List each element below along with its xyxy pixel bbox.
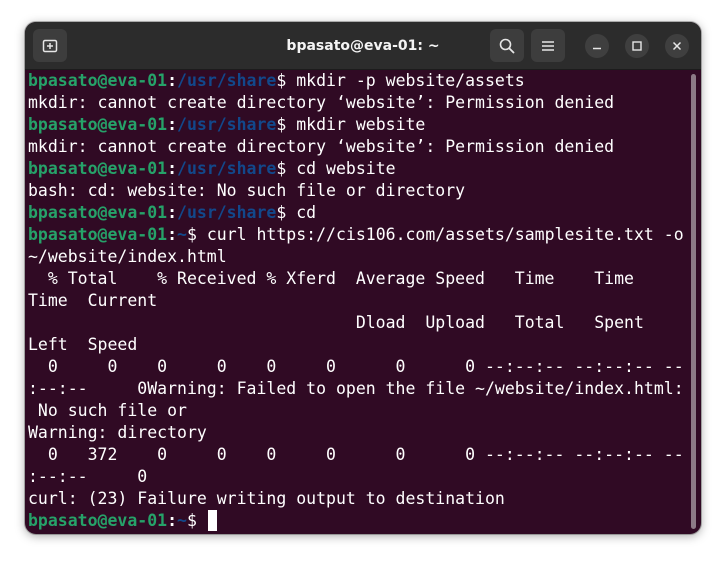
prompt-separator: : [167, 225, 178, 244]
output-line: mkdir: cannot create directory ‘website’… [28, 93, 615, 112]
command-text: $ curl https://cis106.com/assets/samples… [186, 225, 684, 244]
prompt-path: /usr/share [177, 71, 277, 90]
prompt-separator: : [167, 203, 178, 222]
prompt-separator: : [167, 115, 178, 134]
prompt-user: bpasato@eva-01 [28, 225, 168, 244]
output-line: :--:-- 0 [28, 467, 148, 486]
output-line: No such file or [28, 401, 187, 420]
output-line: Warning: directory [28, 423, 207, 442]
output-line: ~/website/index.html [28, 247, 227, 266]
output-line: :--:-- 0Warning: Failed to open the file… [28, 379, 684, 398]
scrollbar[interactable] [691, 74, 696, 529]
prompt-line: bpasato@eva-01:/usr/share$ cd [28, 202, 688, 224]
title-bar[interactable]: bpasato@eva-01: ~ [25, 22, 701, 70]
prompt-separator: : [167, 511, 178, 530]
terminal-output[interactable]: bpasato@eva-01:/usr/share$ mkdir -p webs… [28, 70, 688, 532]
prompt-separator: : [167, 159, 178, 178]
prompt-path: /usr/share [177, 159, 277, 178]
prompt-user: bpasato@eva-01 [28, 511, 168, 530]
output-line: % Total % Received % Xferd Average Speed… [28, 269, 634, 288]
close-button[interactable] [665, 34, 689, 58]
text-cursor [207, 510, 217, 531]
prompt-user: bpasato@eva-01 [28, 115, 168, 134]
prompt-line: bpasato@eva-01:/usr/share$ mkdir -p webs… [28, 70, 688, 92]
prompt-line: bpasato@eva-01:~$ curl https://cis106.co… [28, 224, 688, 246]
command-text: $ mkdir -p website/assets [276, 71, 525, 90]
prompt-separator: : [167, 71, 178, 90]
prompt-user: bpasato@eva-01 [28, 71, 168, 90]
command-text: $ mkdir website [276, 115, 426, 134]
prompt-path: /usr/share [177, 203, 277, 222]
command-text: $ cd website [276, 159, 396, 178]
new-tab-button[interactable] [33, 29, 67, 62]
maximize-icon [632, 41, 642, 51]
prompt-path: ~ [177, 225, 187, 244]
close-icon [672, 41, 682, 51]
command-text: $ cd [276, 203, 317, 222]
prompt-user: bpasato@eva-01 [28, 203, 168, 222]
maximize-button[interactable] [625, 34, 649, 58]
output-line: bash: cd: website: No such file or direc… [28, 181, 466, 200]
output-line: mkdir: cannot create directory ‘website’… [28, 137, 615, 156]
terminal-window: bpasato@eva-01: ~ bpasato@eva-01:/usr/sh… [25, 22, 701, 534]
prompt-line: bpasato@eva-01:~$ [28, 510, 688, 532]
output-line: 0 372 0 0 0 0 0 0 --:--:-- --:--:-- -- [28, 445, 684, 464]
prompt-path: /usr/share [177, 115, 277, 134]
command-text: $ [186, 511, 207, 530]
hamburger-menu-icon [542, 40, 554, 51]
output-line: Time Current [28, 291, 158, 310]
minimize-icon [593, 47, 601, 50]
prompt-path: ~ [177, 511, 187, 530]
prompt-line: bpasato@eva-01:/usr/share$ cd website [28, 158, 688, 180]
prompt-user: bpasato@eva-01 [28, 159, 168, 178]
output-line: Dload Upload Total Spent [28, 313, 644, 332]
prompt-line: bpasato@eva-01:/usr/share$ mkdir website [28, 114, 688, 136]
search-icon [499, 38, 515, 53]
minimize-button[interactable] [585, 34, 609, 58]
output-line: Left Speed [28, 335, 138, 354]
menu-button[interactable] [531, 29, 565, 62]
output-line: 0 0 0 0 0 0 0 0 --:--:-- --:--:-- -- [28, 357, 684, 376]
search-button[interactable] [490, 29, 524, 62]
output-line: curl: (23) Failure writing output to des… [28, 489, 505, 508]
new-tab-icon [42, 39, 58, 52]
